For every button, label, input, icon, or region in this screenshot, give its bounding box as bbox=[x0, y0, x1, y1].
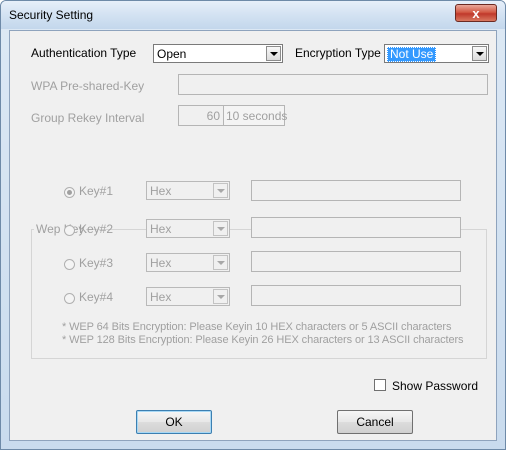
rekey-unit-label: 10 seconds bbox=[226, 109, 288, 123]
key4-label: Key#4 bbox=[79, 290, 114, 304]
cancel-button[interactable]: Cancel bbox=[337, 410, 413, 434]
key3-radio[interactable] bbox=[64, 259, 75, 270]
wpa-key-input[interactable] bbox=[178, 74, 488, 95]
chevron-down-icon[interactable] bbox=[266, 46, 281, 61]
key1-format-value: Hex bbox=[150, 184, 172, 198]
group-rekey-value: 60 bbox=[206, 109, 220, 123]
show-password-checkbox[interactable] bbox=[374, 379, 386, 391]
encryption-type-value: Not Use bbox=[387, 47, 437, 62]
key2-format-dropdown[interactable]: Hex bbox=[146, 219, 230, 238]
group-rekey-label: Group Rekey Interval bbox=[31, 111, 145, 125]
chevron-down-icon[interactable] bbox=[213, 183, 228, 198]
chevron-down-icon[interactable] bbox=[213, 289, 228, 304]
key4-format-value: Hex bbox=[150, 290, 172, 304]
show-password-label[interactable]: Show Password bbox=[392, 379, 478, 393]
ok-button[interactable]: OK bbox=[136, 410, 212, 434]
key2-radio[interactable] bbox=[64, 225, 75, 236]
title-bar[interactable]: Security Setting x bbox=[1, 1, 505, 29]
close-button[interactable]: x bbox=[455, 4, 497, 22]
rekey-unit-box: 10 seconds bbox=[223, 105, 288, 126]
security-setting-window: Security Setting x Authentication Type O… bbox=[0, 0, 506, 450]
key2-input[interactable] bbox=[251, 217, 461, 238]
group-rekey-input[interactable]: 60 bbox=[178, 105, 224, 126]
key1-radio[interactable] bbox=[64, 187, 75, 198]
chevron-down-icon[interactable] bbox=[213, 221, 228, 236]
encryption-type-label: Encryption Type bbox=[295, 46, 381, 60]
chevron-down-icon[interactable] bbox=[213, 255, 228, 270]
key1-label: Key#1 bbox=[79, 184, 114, 198]
key4-format-dropdown[interactable]: Hex bbox=[146, 287, 230, 306]
wep64-note: * WEP 64 Bits Encryption: Please Keyin 1… bbox=[62, 321, 452, 333]
key3-format-value: Hex bbox=[150, 256, 172, 270]
encryption-type-dropdown[interactable]: Not Use bbox=[384, 44, 489, 63]
key1-format-dropdown[interactable]: Hex bbox=[146, 181, 230, 200]
dialog-client-area: Authentication Type Open Encryption Type… bbox=[9, 30, 497, 441]
key1-input[interactable] bbox=[251, 180, 461, 201]
key4-radio[interactable] bbox=[64, 293, 75, 304]
authentication-type-value: Open bbox=[157, 47, 187, 61]
wpa-key-label: WPA Pre-shared-Key bbox=[31, 79, 145, 93]
key3-input[interactable] bbox=[251, 251, 461, 272]
key4-input[interactable] bbox=[251, 285, 461, 306]
key2-label: Key#2 bbox=[79, 222, 114, 236]
wep128-note: * WEP 128 Bits Encryption: Please Keyin … bbox=[62, 334, 464, 346]
key3-format-dropdown[interactable]: Hex bbox=[146, 253, 230, 272]
key3-label: Key#3 bbox=[79, 256, 114, 270]
close-icon: x bbox=[472, 6, 480, 21]
radio-selected-icon bbox=[67, 190, 72, 195]
authentication-type-label: Authentication Type bbox=[31, 46, 137, 60]
key2-format-value: Hex bbox=[150, 222, 172, 236]
authentication-type-dropdown[interactable]: Open bbox=[153, 44, 283, 63]
window-title: Security Setting bbox=[9, 8, 94, 22]
chevron-down-icon[interactable] bbox=[472, 46, 487, 61]
